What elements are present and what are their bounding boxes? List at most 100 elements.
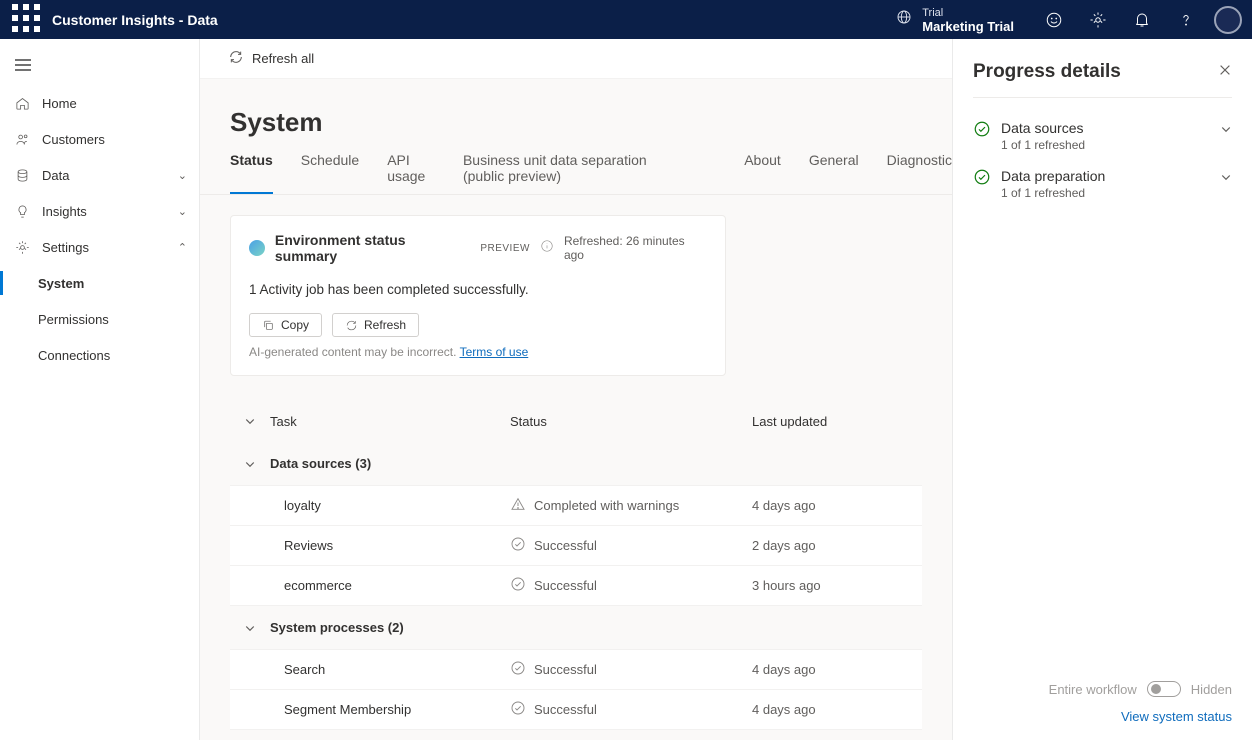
main-content: Refresh all System Status Schedule API u… xyxy=(200,39,952,740)
page-title: System xyxy=(200,79,952,152)
chevron-up-icon: ⌃ xyxy=(178,241,187,254)
progress-item-sub: 1 of 1 refreshed xyxy=(1001,186,1210,200)
tab-schedule[interactable]: Schedule xyxy=(301,152,359,194)
chevron-down-icon[interactable] xyxy=(230,622,270,634)
environment-selector[interactable]: Trial Marketing Trial xyxy=(896,7,1014,33)
chevron-down-icon xyxy=(1220,168,1232,186)
nav-customers[interactable]: Customers xyxy=(0,121,199,157)
nav-home[interactable]: Home xyxy=(0,85,199,121)
success-icon xyxy=(973,120,991,143)
task-cell: Search xyxy=(270,662,510,677)
tab-api-usage[interactable]: API usage xyxy=(387,152,435,194)
gear-icon xyxy=(14,240,30,255)
table-row[interactable]: loyaltyCompleted with warnings4 days ago xyxy=(230,486,922,526)
table-header: Task Status Last updated xyxy=(230,400,922,442)
success-icon xyxy=(510,700,526,719)
progress-item[interactable]: Data preparation1 of 1 refreshed xyxy=(953,160,1252,208)
table-row[interactable]: ecommerce Successful 3 hours ago xyxy=(230,566,922,606)
avatar[interactable] xyxy=(1214,6,1242,34)
table-row[interactable]: Segment MembershipSuccessful4 days ago xyxy=(230,690,922,730)
task-cell: ecommerce xyxy=(270,578,510,593)
summary-message: 1 Activity job has been completed succes… xyxy=(249,282,707,297)
updated-cell: 4 days ago xyxy=(752,662,922,677)
environment-icon xyxy=(896,9,912,30)
ai-disclaimer: AI-generated content may be incorrect. T… xyxy=(249,345,707,359)
panel-title: Progress details xyxy=(973,61,1218,83)
nav-customers-label: Customers xyxy=(42,132,187,147)
smile-icon[interactable] xyxy=(1034,0,1074,39)
col-task[interactable]: Task xyxy=(270,414,510,429)
copy-button[interactable]: Copy xyxy=(249,313,322,337)
summary-title: Environment status summary xyxy=(275,232,470,264)
tab-diagnostic[interactable]: Diagnostic xyxy=(887,152,952,194)
table-row[interactable]: ReviewsSuccessful2 days ago xyxy=(230,526,922,566)
status-summary-card: Environment status summary PREVIEW Refre… xyxy=(230,215,726,376)
environment-name: Marketing Trial xyxy=(922,20,1014,33)
left-nav: Home Customers Data ⌄ Insights ⌄ Setting… xyxy=(0,39,200,740)
gear-icon[interactable] xyxy=(1078,0,1118,39)
workflow-toggle[interactable] xyxy=(1147,681,1181,697)
customers-icon xyxy=(14,132,30,147)
col-status[interactable]: Status xyxy=(510,414,752,429)
status-table: Task Status Last updated Data sources (3… xyxy=(230,400,922,740)
nav-insights-label: Insights xyxy=(42,204,166,219)
table-group-system-processes[interactable]: System processes (2) xyxy=(230,606,922,650)
nav-insights[interactable]: Insights ⌄ xyxy=(0,193,199,229)
home-icon xyxy=(14,96,30,111)
app-launcher-icon[interactable] xyxy=(10,2,42,37)
copilot-icon xyxy=(249,240,265,256)
nav-settings-system[interactable]: System xyxy=(0,265,199,301)
nav-data-label: Data xyxy=(42,168,166,183)
nav-collapse-button[interactable] xyxy=(0,45,199,85)
bell-icon[interactable] xyxy=(1122,0,1162,39)
warning-icon xyxy=(510,496,526,515)
insights-icon xyxy=(14,204,30,219)
chevron-down-icon xyxy=(1220,120,1232,138)
toggle-state: Hidden xyxy=(1191,682,1232,697)
info-icon[interactable] xyxy=(540,239,554,258)
toggle-label: Entire workflow xyxy=(1049,682,1137,697)
nav-settings-connections-label: Connections xyxy=(38,348,187,363)
group-label: System processes (2) xyxy=(270,620,404,635)
tabs: Status Schedule API usage Business unit … xyxy=(200,152,952,195)
progress-item-sub: 1 of 1 refreshed xyxy=(1001,138,1210,152)
table-row[interactable]: SearchSuccessful4 days ago xyxy=(230,650,922,690)
tab-bu-separation[interactable]: Business unit data separation (public pr… xyxy=(463,152,674,194)
help-icon[interactable] xyxy=(1166,0,1206,39)
refresh-all-button[interactable]: Refresh all xyxy=(252,51,314,66)
nav-settings-permissions[interactable]: Permissions xyxy=(0,301,199,337)
progress-panel: Progress details Data sources1 of 1 refr… xyxy=(952,39,1252,740)
view-system-status-link[interactable]: View system status xyxy=(973,709,1232,724)
status-cell: Successful xyxy=(534,578,597,593)
group-label: Data sources (3) xyxy=(270,456,371,471)
col-updated[interactable]: Last updated xyxy=(752,414,922,429)
refresh-icon xyxy=(228,49,244,68)
app-title: Customer Insights - Data xyxy=(52,12,218,28)
nav-settings-label: Settings xyxy=(42,240,166,255)
preview-badge: PREVIEW xyxy=(480,243,530,254)
top-bar: Customer Insights - Data Trial Marketing… xyxy=(0,0,1252,39)
success-icon xyxy=(510,536,526,555)
refresh-button[interactable]: Refresh xyxy=(332,313,419,337)
table-group-data-preparation[interactable]: Data preparation (9) xyxy=(230,730,922,740)
tab-status[interactable]: Status xyxy=(230,152,273,194)
summary-refreshed: Refreshed: 26 minutes ago xyxy=(564,234,707,262)
nav-settings[interactable]: Settings ⌃ xyxy=(0,229,199,265)
chevron-down-icon[interactable] xyxy=(230,458,270,470)
command-bar: Refresh all xyxy=(200,39,952,79)
terms-of-use-link[interactable]: Terms of use xyxy=(460,345,529,359)
nav-settings-connections[interactable]: Connections xyxy=(0,337,199,373)
updated-cell: 3 hours ago xyxy=(752,578,922,593)
close-icon[interactable] xyxy=(1218,63,1232,82)
tab-general[interactable]: General xyxy=(809,152,859,194)
tab-about[interactable]: About xyxy=(744,152,781,194)
task-cell: Reviews xyxy=(270,538,510,553)
nav-data[interactable]: Data ⌄ xyxy=(0,157,199,193)
success-icon xyxy=(510,660,526,679)
updated-cell: 2 days ago xyxy=(752,538,922,553)
table-group-data-sources[interactable]: Data sources (3) xyxy=(230,442,922,486)
progress-item[interactable]: Data sources1 of 1 refreshed xyxy=(953,112,1252,160)
chevron-down-icon[interactable] xyxy=(230,415,270,427)
task-cell: loyalty xyxy=(270,498,510,513)
nav-home-label: Home xyxy=(42,96,187,111)
